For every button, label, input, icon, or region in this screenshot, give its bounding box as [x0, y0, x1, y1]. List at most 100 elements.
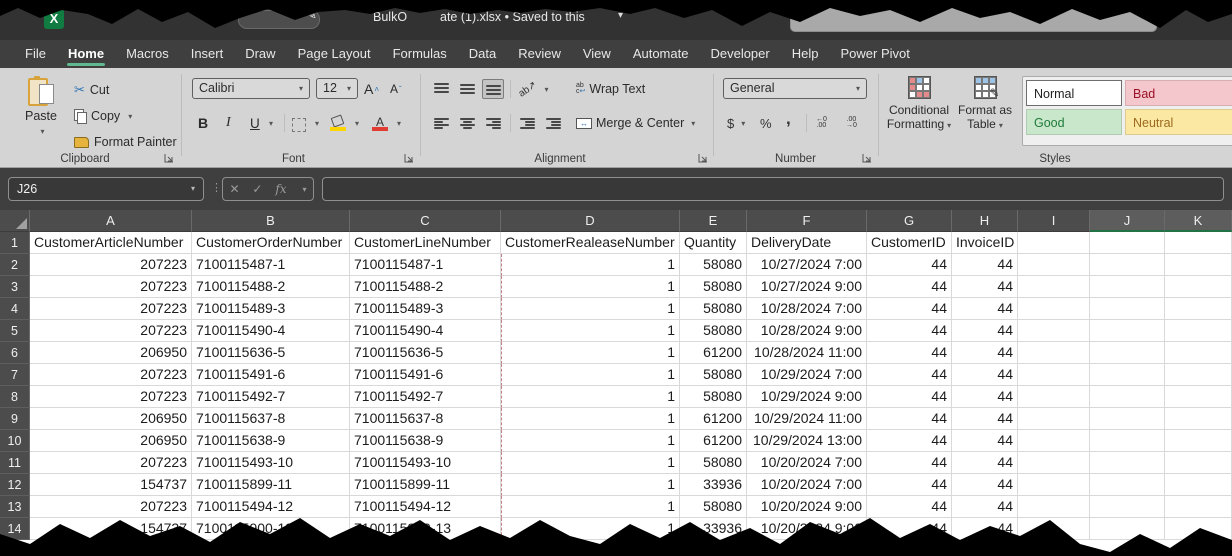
cell-B10[interactable]: 7100115638-9 — [192, 430, 350, 452]
menu-tab-developer[interactable]: Developer — [699, 40, 780, 68]
cell-H1[interactable]: InvoiceID — [952, 232, 1018, 254]
accounting-format-button[interactable]: $▾ — [727, 113, 745, 133]
borders-button[interactable] — [292, 114, 306, 136]
cell-J2[interactable] — [1090, 254, 1165, 276]
row-header-3[interactable]: 3 — [0, 276, 30, 298]
cell-D5[interactable]: 1 — [501, 320, 680, 342]
clipboard-dialog-launcher-icon[interactable] — [164, 153, 174, 163]
cell-I1[interactable] — [1018, 232, 1090, 254]
cancel-icon[interactable]: ✕ — [229, 182, 239, 196]
cell-I7[interactable] — [1018, 364, 1090, 386]
column-header-I[interactable]: I — [1018, 210, 1090, 232]
row-header-2[interactable]: 2 — [0, 254, 30, 276]
cell-I9[interactable] — [1018, 408, 1090, 430]
italic-button[interactable]: I — [226, 112, 231, 134]
cell-E5[interactable]: 58080 — [680, 320, 747, 342]
menu-tab-file[interactable]: File — [14, 40, 57, 68]
cell-style-good[interactable]: Good — [1026, 109, 1122, 135]
cell-I13[interactable] — [1018, 496, 1090, 518]
align-right-button[interactable] — [482, 113, 504, 133]
cell-H6[interactable]: 44 — [952, 342, 1018, 364]
cell-H2[interactable]: 44 — [952, 254, 1018, 276]
cell-F3[interactable]: 10/27/2024 9:00 — [747, 276, 867, 298]
cell-H11[interactable]: 44 — [952, 452, 1018, 474]
cell-E2[interactable]: 58080 — [680, 254, 747, 276]
cell-style-neutral[interactable]: Neutral — [1125, 109, 1232, 135]
cell-I12[interactable] — [1018, 474, 1090, 496]
cell-H9[interactable]: 44 — [952, 408, 1018, 430]
cell-F4[interactable]: 10/28/2024 7:00 — [747, 298, 867, 320]
cut-button[interactable]: ✂ Cut — [74, 80, 109, 100]
cell-I3[interactable] — [1018, 276, 1090, 298]
cell-H3[interactable]: 44 — [952, 276, 1018, 298]
cell-K1[interactable] — [1165, 232, 1232, 254]
cell-A10[interactable]: 206950 — [30, 430, 192, 452]
font-size-select[interactable]: 12▾ — [316, 78, 358, 99]
cell-B5[interactable]: 7100115490-4 — [192, 320, 350, 342]
cell-D1[interactable]: CustomerRealeaseNumber — [501, 232, 680, 254]
cell-E1[interactable]: Quantity — [680, 232, 747, 254]
cell-I14[interactable] — [1018, 518, 1090, 540]
font-family-select[interactable]: Calibri▾ — [192, 78, 310, 99]
cell-K4[interactable] — [1165, 298, 1232, 320]
row-header-12[interactable]: 12 — [0, 474, 30, 496]
cell-H12[interactable]: 44 — [952, 474, 1018, 496]
column-header-C[interactable]: C — [350, 210, 501, 232]
align-middle-button[interactable] — [456, 79, 478, 99]
increase-decimal-button[interactable]: ←0.00 — [816, 113, 827, 133]
column-header-J[interactable]: J — [1090, 210, 1165, 232]
row-header-6[interactable]: 6 — [0, 342, 30, 364]
row-header-8[interactable]: 8 — [0, 386, 30, 408]
cell-C12[interactable]: 7100115899-11 — [350, 474, 501, 496]
column-header-F[interactable]: F — [747, 210, 867, 232]
select-all-corner[interactable] — [0, 210, 30, 232]
cell-G10[interactable]: 44 — [867, 430, 952, 452]
cell-H10[interactable]: 44 — [952, 430, 1018, 452]
cell-I5[interactable] — [1018, 320, 1090, 342]
chevron-down-icon[interactable]: ▾ — [355, 119, 359, 128]
menu-tab-power-pivot[interactable]: Power Pivot — [829, 40, 920, 68]
cell-G14[interactable]: 44 — [867, 518, 952, 540]
cell-K11[interactable] — [1165, 452, 1232, 474]
menu-tab-draw[interactable]: Draw — [234, 40, 286, 68]
cell-style-bad[interactable]: Bad — [1125, 80, 1232, 106]
column-header-B[interactable]: B — [192, 210, 350, 232]
cell-J7[interactable] — [1090, 364, 1165, 386]
cell-D14[interactable]: 1 — [501, 518, 680, 540]
cell-E8[interactable]: 58080 — [680, 386, 747, 408]
percent-style-button[interactable]: % — [760, 113, 772, 133]
align-bottom-button[interactable] — [482, 79, 504, 99]
column-header-E[interactable]: E — [680, 210, 747, 232]
cell-F6[interactable]: 10/28/2024 11:00 — [747, 342, 867, 364]
row-header-11[interactable]: 11 — [0, 452, 30, 474]
fill-color-button[interactable] — [330, 112, 346, 134]
chevron-down-icon[interactable]: ▾ — [303, 185, 307, 194]
cell-J8[interactable] — [1090, 386, 1165, 408]
insert-function-icon[interactable]: fx — [275, 182, 286, 196]
merge-center-button[interactable]: ↔ Merge & Center ▾ — [576, 113, 695, 133]
cell-I4[interactable] — [1018, 298, 1090, 320]
name-box[interactable]: J26 ▾ — [8, 177, 204, 201]
cell-K13[interactable] — [1165, 496, 1232, 518]
cell-G9[interactable]: 44 — [867, 408, 952, 430]
align-left-button[interactable] — [430, 113, 452, 133]
cell-F5[interactable]: 10/28/2024 9:00 — [747, 320, 867, 342]
increase-indent-button[interactable] — [542, 113, 564, 133]
align-top-button[interactable] — [430, 79, 452, 99]
cell-I2[interactable] — [1018, 254, 1090, 276]
cell-E11[interactable]: 58080 — [680, 452, 747, 474]
cell-A5[interactable]: 207223 — [30, 320, 192, 342]
cell-F1[interactable]: DeliveryDate — [747, 232, 867, 254]
cell-B13[interactable]: 7100115494-12 — [192, 496, 350, 518]
cell-B4[interactable]: 7100115489-3 — [192, 298, 350, 320]
cell-J13[interactable] — [1090, 496, 1165, 518]
chevron-down-icon[interactable]: ▾ — [618, 10, 623, 21]
menu-tab-home[interactable]: Home — [57, 40, 115, 68]
alignment-dialog-launcher-icon[interactable] — [698, 153, 708, 163]
format-as-table-button[interactable]: ✎ Format asTable▾ — [952, 76, 1018, 133]
cell-G13[interactable]: 44 — [867, 496, 952, 518]
cell-D2[interactable]: 1 — [501, 254, 680, 276]
cell-C2[interactable]: 7100115487-1 — [350, 254, 501, 276]
decrease-font-size-button[interactable]: Aˇ — [390, 78, 402, 100]
row-header-13[interactable]: 13 — [0, 496, 30, 518]
